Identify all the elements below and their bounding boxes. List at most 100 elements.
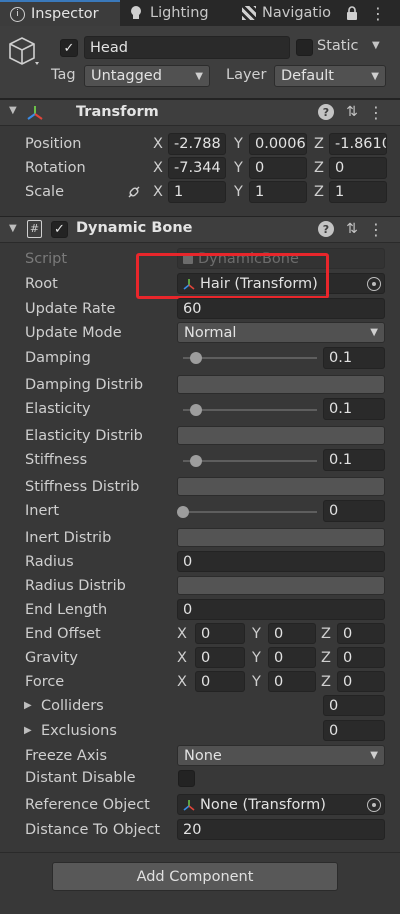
end-length-field[interactable]: 0 [177,599,385,620]
elasticity-field[interactable]: 0.1 [323,398,385,420]
transform-axis-icon [183,799,195,811]
axis-z-label: Z [321,626,331,642]
gravity-y-field[interactable]: 0 [268,647,316,668]
freeze-axis-dropdown[interactable]: None ▼ [177,745,385,766]
damping-slider-track[interactable] [183,357,317,359]
end-offset-label: End Offset [25,626,101,642]
foldout-arrow-icon[interactable]: ▼ [9,223,17,234]
highlight-box [136,253,329,299]
damping-field[interactable]: 0.1 [323,347,385,369]
help-icon[interactable]: ? [318,221,334,237]
object-picker-icon[interactable] [367,277,381,291]
rotation-x-field[interactable]: -7.344 [168,157,226,179]
position-x-field[interactable]: -2.788 [168,133,226,155]
colliders-label[interactable]: Colliders [41,695,104,717]
object-picker-icon[interactable] [367,798,381,812]
update-mode-dropdown[interactable]: Normal ▼ [177,322,385,343]
kebab-menu-icon[interactable]: ⋮ [370,4,386,23]
object-name-input[interactable]: Head [84,36,290,59]
foldout-arrow-icon[interactable]: ▶ [24,725,32,736]
static-checkbox[interactable] [296,39,313,56]
tab-label: Inspector [31,6,99,22]
stiffness-slider-track[interactable] [183,460,317,462]
component-menu-icon[interactable]: ⋮ [368,220,384,239]
radius-field[interactable]: 0 [177,551,385,572]
exclusions-label[interactable]: Exclusions [41,720,117,742]
end-offset-x-field[interactable]: 0 [195,623,245,644]
position-label: Position [25,136,82,152]
presets-icon[interactable]: ⇅ [344,220,360,238]
rotation-z-field[interactable]: 0 [329,157,387,179]
script-label: Script [25,251,68,267]
cube-icon[interactable] [6,34,40,68]
elasticity-slider-knob[interactable] [190,404,202,416]
position-z-field[interactable]: -1.8610 [329,133,387,155]
stiffness-slider-knob[interactable] [190,455,202,467]
static-dropdown-icon[interactable]: ▼ [372,40,380,51]
elasticity-slider-track[interactable] [183,409,317,411]
help-icon[interactable]: ? [318,104,334,120]
foldout-arrow-icon[interactable]: ▶ [24,700,32,711]
tab-lighting[interactable]: Lighting [124,0,238,26]
transform-header[interactable] [0,99,400,126]
gravity-z-field[interactable]: 0 [337,647,385,668]
lock-icon[interactable] [344,4,360,22]
stiffness-distrib-curve[interactable] [177,477,385,496]
axis-x-label: X [153,136,163,152]
end-offset-y-field[interactable]: 0 [268,623,316,644]
rotation-y-field[interactable]: 0 [249,157,307,179]
gravity-label: Gravity [25,650,78,666]
component-menu-icon[interactable]: ⋮ [368,103,384,122]
scale-x-field[interactable]: 1 [168,181,226,203]
add-component-button[interactable]: Add Component [52,862,338,891]
distance-to-object-field[interactable]: 20 [177,819,385,840]
tab-label: Navigatio [262,5,332,21]
scale-z-field[interactable]: 1 [329,181,387,203]
rotation-label: Rotation [25,160,86,176]
elasticity-distrib-label: Elasticity Distrib [25,428,143,444]
stiffness-label: Stiffness [25,452,88,468]
tag-dropdown[interactable]: Untagged ▼ [84,65,210,87]
tab-bar: i Inspector Lighting Navigatio ⋮ [0,0,400,26]
force-z-field[interactable]: 0 [337,671,385,692]
axis-y-label: Y [234,160,243,176]
chevron-down-icon: ▼ [371,70,379,82]
axis-y-label: Y [252,674,261,690]
elasticity-distrib-curve[interactable] [177,426,385,445]
info-icon: i [10,6,25,22]
colliders-count-field[interactable]: 0 [323,695,385,716]
update-rate-field[interactable]: 60 [177,298,385,319]
update-rate-label: Update Rate [25,301,116,317]
exclusions-count-field[interactable]: 0 [323,720,385,741]
distant-disable-checkbox[interactable] [178,770,195,787]
damping-slider-knob[interactable] [190,352,202,364]
axis-x-label: X [153,160,163,176]
constrain-proportions-icon[interactable] [125,183,143,201]
layer-dropdown[interactable]: Default ▼ [274,65,386,87]
update-mode-label: Update Mode [25,325,122,341]
force-y-field[interactable]: 0 [268,671,316,692]
position-y-field[interactable]: 0.0006 [249,133,307,155]
force-x-field[interactable]: 0 [195,671,245,692]
tab-label: Lighting [150,5,209,21]
reference-object-field[interactable]: None (Transform) [177,794,385,815]
gravity-x-field[interactable]: 0 [195,647,245,668]
presets-icon[interactable]: ⇅ [344,103,360,121]
radius-distrib-curve[interactable] [177,576,385,595]
foldout-arrow-icon[interactable]: ▼ [9,105,17,116]
axis-x-label: X [153,184,163,200]
active-checkbox[interactable]: ✓ [60,39,78,57]
stiffness-field[interactable]: 0.1 [323,449,385,471]
inert-distrib-curve[interactable] [177,528,385,547]
inert-field[interactable]: 0 [323,500,385,522]
inert-slider-track[interactable] [183,511,317,513]
tab-navigation[interactable]: Navigatio [236,0,342,26]
inert-slider-knob[interactable] [177,506,189,518]
damping-distrib-curve[interactable] [177,375,385,394]
component-enabled-checkbox[interactable]: ✓ [51,221,68,238]
scale-y-field[interactable]: 1 [249,181,307,203]
tab-inspector[interactable]: i Inspector [0,0,120,26]
axis-z-label: Z [314,160,324,176]
distant-disable-label: Distant Disable [25,770,136,786]
end-offset-z-field[interactable]: 0 [337,623,385,644]
